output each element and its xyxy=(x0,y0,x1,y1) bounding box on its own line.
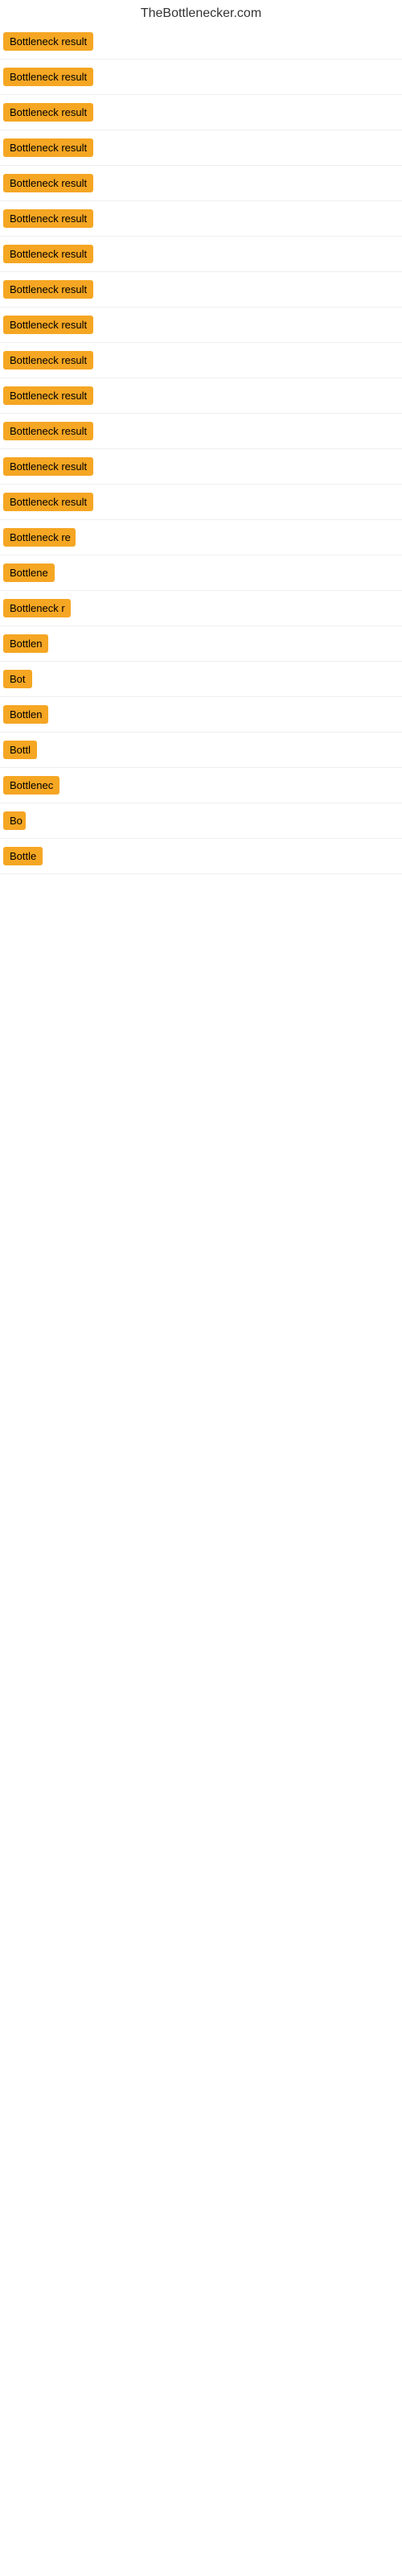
result-row-4: Bottleneck result xyxy=(0,130,402,166)
bottleneck-badge-13[interactable]: Bottleneck result xyxy=(3,457,93,476)
result-row-5: Bottleneck result xyxy=(0,166,402,201)
bottleneck-badge-19[interactable]: Bot xyxy=(3,670,32,688)
result-row-9: Bottleneck result xyxy=(0,308,402,343)
result-row-21: Bottl xyxy=(0,733,402,768)
result-row-3: Bottleneck result xyxy=(0,95,402,130)
result-row-2: Bottleneck result xyxy=(0,60,402,95)
result-row-16: Bottlene xyxy=(0,555,402,591)
result-row-12: Bottleneck result xyxy=(0,414,402,449)
bottleneck-badge-12[interactable]: Bottleneck result xyxy=(3,422,93,440)
result-row-18: Bottlen xyxy=(0,626,402,662)
bottleneck-badge-17[interactable]: Bottleneck r xyxy=(3,599,71,617)
bottleneck-badge-5[interactable]: Bottleneck result xyxy=(3,174,93,192)
result-row-15: Bottleneck re xyxy=(0,520,402,555)
result-row-20: Bottlen xyxy=(0,697,402,733)
result-row-19: Bot xyxy=(0,662,402,697)
bottleneck-badge-6[interactable]: Bottleneck result xyxy=(3,209,93,228)
bottleneck-badge-22[interactable]: Bottlenec xyxy=(3,776,59,795)
bottleneck-badge-3[interactable]: Bottleneck result xyxy=(3,103,93,122)
result-row-22: Bottlenec xyxy=(0,768,402,803)
result-row-1: Bottleneck result xyxy=(0,24,402,60)
bottleneck-badge-20[interactable]: Bottlen xyxy=(3,705,48,724)
result-row-11: Bottleneck result xyxy=(0,378,402,414)
result-row-10: Bottleneck result xyxy=(0,343,402,378)
bottleneck-badge-14[interactable]: Bottleneck result xyxy=(3,493,93,511)
result-row-17: Bottleneck r xyxy=(0,591,402,626)
bottleneck-badge-11[interactable]: Bottleneck result xyxy=(3,386,93,405)
bottleneck-badge-2[interactable]: Bottleneck result xyxy=(3,68,93,86)
bottleneck-badge-23[interactable]: Bo xyxy=(3,811,26,830)
result-row-24: Bottle xyxy=(0,839,402,874)
result-row-6: Bottleneck result xyxy=(0,201,402,237)
result-row-14: Bottleneck result xyxy=(0,485,402,520)
result-row-23: Bo xyxy=(0,803,402,839)
bottleneck-badge-7[interactable]: Bottleneck result xyxy=(3,245,93,263)
result-row-13: Bottleneck result xyxy=(0,449,402,485)
bottleneck-badge-21[interactable]: Bottl xyxy=(3,741,37,759)
bottleneck-badge-4[interactable]: Bottleneck result xyxy=(3,138,93,157)
bottleneck-badge-16[interactable]: Bottlene xyxy=(3,564,55,582)
bottleneck-badge-10[interactable]: Bottleneck result xyxy=(3,351,93,369)
result-row-7: Bottleneck result xyxy=(0,237,402,272)
bottleneck-badge-15[interactable]: Bottleneck re xyxy=(3,528,76,547)
bottleneck-badge-8[interactable]: Bottleneck result xyxy=(3,280,93,299)
result-row-8: Bottleneck result xyxy=(0,272,402,308)
bottleneck-badge-1[interactable]: Bottleneck result xyxy=(3,32,93,51)
bottleneck-badge-9[interactable]: Bottleneck result xyxy=(3,316,93,334)
bottleneck-badge-18[interactable]: Bottlen xyxy=(3,634,48,653)
bottleneck-badge-24[interactable]: Bottle xyxy=(3,847,43,865)
site-title: TheBottlenecker.com xyxy=(0,0,402,24)
